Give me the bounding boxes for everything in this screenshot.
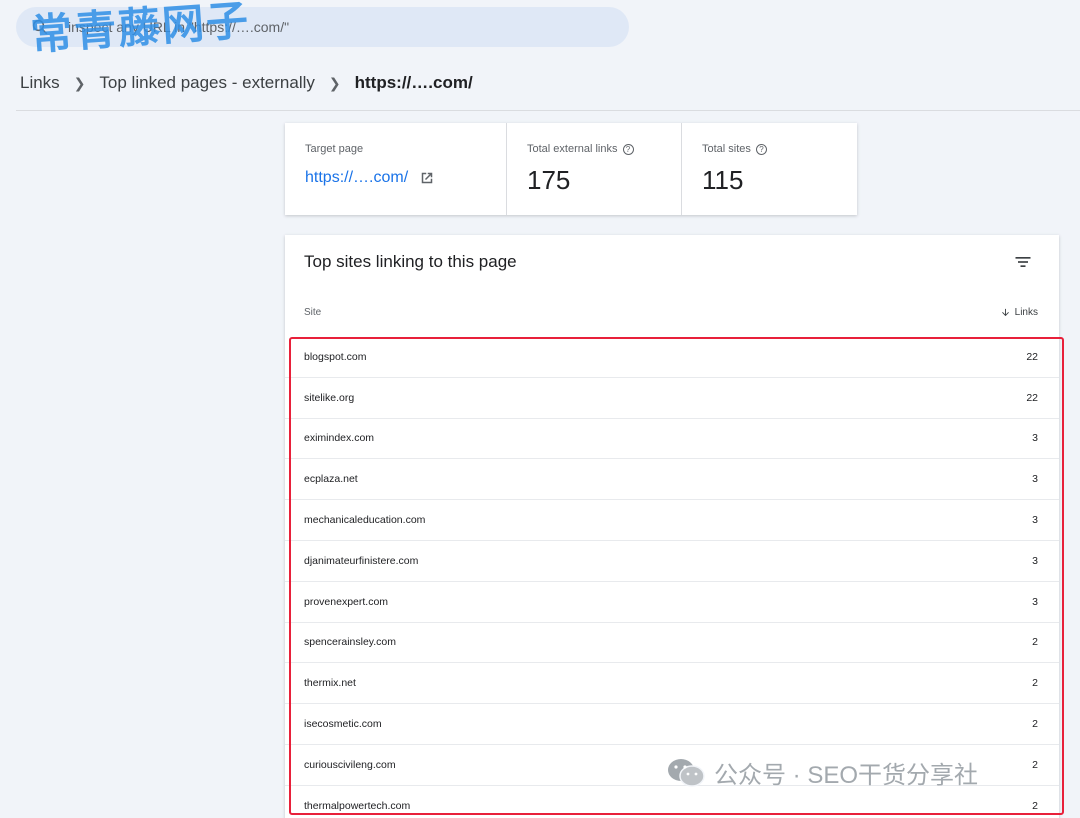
- table-row[interactable]: provenexpert.com 3: [285, 582, 1059, 623]
- stat-value: 175: [527, 165, 571, 195]
- site-rows: blogspot.com 22 sitelike.org 22 eximindex.co…: [285, 337, 1059, 818]
- row-site: blogspot.com: [304, 350, 367, 363]
- search-icon: [30, 17, 50, 37]
- row-links: 3: [1032, 554, 1038, 567]
- stat-label: Total external links: [527, 143, 618, 155]
- row-links: 22: [1026, 350, 1038, 363]
- stat-label: Target page: [305, 143, 364, 155]
- header-divider: [16, 110, 1080, 111]
- row-links: 2: [1032, 799, 1038, 812]
- table-row[interactable]: thermalpowertech.com 2: [285, 786, 1059, 818]
- row-site: thermalpowertech.com: [304, 799, 411, 812]
- arrow-down-icon: [1001, 308, 1009, 317]
- stat-value: 115: [702, 165, 744, 195]
- chevron-right-icon: ❯: [328, 74, 341, 91]
- stat-total-external-links: Total external links? 175: [507, 123, 682, 215]
- row-site: spencerainsley.com: [304, 636, 397, 649]
- breadcrumb-item-top-linked-pages[interactable]: Top linked pages - externally: [99, 73, 314, 93]
- column-header-links-label: Links: [1014, 307, 1038, 318]
- table-row[interactable]: eximindex.com 3: [285, 419, 1059, 460]
- help-icon[interactable]: ?: [755, 143, 767, 155]
- row-links: 3: [1032, 432, 1038, 445]
- row-links: 2: [1032, 677, 1038, 690]
- row-site: djanimateurfinistere.com: [304, 554, 419, 567]
- row-links: 2: [1032, 636, 1038, 649]
- table-row[interactable]: curiouscivileng.com 2: [285, 745, 1059, 786]
- target-page-link[interactable]: https://….com/: [305, 169, 486, 187]
- breadcrumb-current: https://….com/: [354, 73, 473, 92]
- open-external-icon[interactable]: [418, 169, 436, 187]
- table-row[interactable]: djanimateurfinistere.com 3: [285, 541, 1059, 582]
- breadcrumb: Links ❯ Top linked pages - externally ❯ …: [20, 70, 473, 96]
- breadcrumb-item-links[interactable]: Links: [20, 73, 60, 93]
- stat-total-sites: Total sites? 115: [682, 123, 857, 215]
- row-site: eximindex.com: [304, 432, 375, 445]
- table-row[interactable]: mechanicaleducation.com 3: [285, 500, 1059, 541]
- row-site: isecosmetic.com: [304, 718, 382, 731]
- top-sites-card: Top sites linking to this page Site Link…: [285, 235, 1059, 818]
- stat-target-page: Target page https://….com/: [285, 123, 507, 215]
- row-site: sitelike.org: [304, 391, 355, 404]
- column-header-site[interactable]: Site: [304, 307, 321, 318]
- table-row[interactable]: spencerainsley.com 2: [285, 623, 1059, 664]
- row-links: 2: [1032, 758, 1038, 771]
- row-links: 22: [1026, 391, 1038, 404]
- row-site: thermix.net: [304, 677, 356, 690]
- table-row[interactable]: blogspot.com 22: [285, 337, 1059, 378]
- table-row[interactable]: ecplaza.net 3: [285, 459, 1059, 501]
- row-site: provenexpert.com: [304, 595, 389, 608]
- row-links: 3: [1032, 595, 1038, 608]
- url-inspect-input[interactable]: [68, 19, 608, 35]
- row-site: curiouscivileng.com: [304, 758, 396, 771]
- row-site: ecplaza.net: [304, 473, 358, 486]
- row-links: 3: [1032, 473, 1038, 486]
- chevron-right-icon: ❯: [73, 74, 86, 91]
- summary-stats: Target page https://….com/ Total externa…: [285, 123, 857, 215]
- filter-icon[interactable]: [1013, 252, 1033, 272]
- row-links: 2: [1032, 718, 1038, 731]
- row-site: mechanicaleducation.com: [304, 514, 426, 527]
- table-row[interactable]: sitelike.org 22: [285, 378, 1059, 419]
- column-header-links[interactable]: Links: [1000, 307, 1038, 318]
- row-links: 3: [1032, 514, 1038, 527]
- target-page-url[interactable]: https://….com/: [305, 169, 408, 187]
- table-row[interactable]: isecosmetic.com 2: [285, 704, 1059, 745]
- help-icon[interactable]: ?: [622, 143, 634, 155]
- card-title: Top sites linking to this page: [304, 252, 517, 271]
- stat-label: Total sites: [702, 143, 751, 155]
- table-row[interactable]: thermix.net 2: [285, 663, 1059, 705]
- url-inspect-bar[interactable]: [16, 7, 629, 47]
